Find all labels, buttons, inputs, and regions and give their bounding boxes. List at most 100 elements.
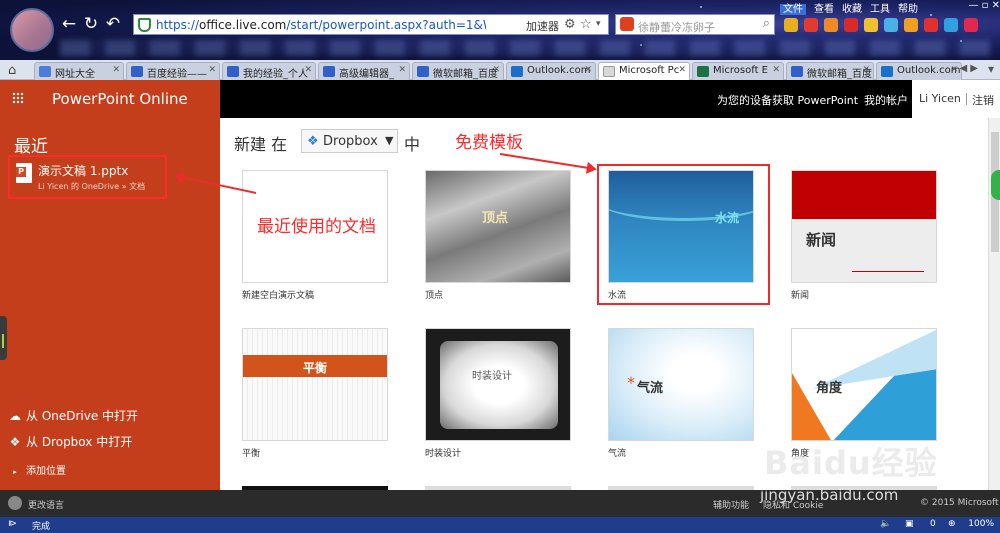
tab-close-icon[interactable]: ✕ (678, 65, 686, 75)
recent-file-name[interactable]: 演示文稿 1.pptx (38, 162, 128, 179)
template-balance[interactable]: 平衡 (242, 328, 388, 441)
template-label[interactable]: 时装设计 (425, 446, 461, 459)
weibo-icon[interactable] (844, 18, 858, 32)
zoom-level[interactable]: 100% (968, 519, 994, 529)
template-label[interactable]: 顶点 (425, 288, 443, 301)
app-title[interactable]: PowerPoint Online (52, 90, 188, 108)
tab-label: Outlook.com (527, 65, 591, 76)
menu-view[interactable]: 查看 (814, 4, 834, 15)
menu-help[interactable]: 帮助 (898, 4, 918, 15)
get-powerpoint-link[interactable]: 为您的设备获取 PowerPoint (717, 92, 858, 108)
tab[interactable]: Outlook.com ✕ (876, 62, 962, 80)
location-dropdown[interactable]: ❖ Dropbox ▼ (301, 129, 398, 153)
add-place-link[interactable]: ▸ 添加位置 (8, 462, 66, 477)
template-fashion-design[interactable]: 时装设计 (425, 328, 571, 441)
tab-label: 高级编辑器_ (339, 69, 394, 80)
tab[interactable]: Outlook.com ✕ (506, 62, 596, 80)
tab[interactable]: 微软邮箱_百度 ✕ (412, 62, 504, 80)
new-tab-icon[interactable]: ▾ (988, 62, 994, 76)
open-dropbox-link[interactable]: ❖ 从 Dropbox 中打开 (8, 433, 133, 450)
extension-icon[interactable] (924, 18, 938, 32)
user-avatar[interactable] (10, 8, 54, 52)
extension-icon[interactable] (804, 18, 818, 32)
template-vertex[interactable]: 顶点 (425, 170, 571, 283)
menu-tools[interactable]: 工具 (870, 4, 890, 15)
tab[interactable]: 微软邮箱_百度 ✕ (786, 62, 874, 80)
search-icon[interactable]: ⌕ (763, 16, 770, 31)
tools-icon[interactable]: ⚙ (564, 17, 576, 32)
open-onedrive-link[interactable]: ☁ 从 OneDrive 中打开 (8, 407, 138, 424)
tab-active[interactable]: Microsoft Pc ✕ (598, 62, 690, 80)
template-label[interactable]: 平衡 (242, 446, 260, 459)
side-widget-tab[interactable] (991, 170, 1000, 200)
accelerator-button[interactable]: 加速器 (526, 18, 559, 34)
template-label[interactable]: 新建空白演示文稿 (242, 288, 314, 301)
tab-favicon (881, 66, 893, 77)
tab-close-icon[interactable]: ✕ (862, 65, 870, 75)
back-icon[interactable]: ← (60, 15, 78, 33)
address-bar[interactable]: https://office.live.com/start/powerpoint… (133, 14, 609, 35)
search-engine-icon[interactable] (620, 17, 634, 31)
tab-close-icon[interactable]: ✕ (950, 65, 958, 75)
tab-label: Microsoft Pc (619, 65, 680, 76)
tab-favicon (697, 66, 709, 77)
sign-out-link[interactable]: 注销 (966, 92, 994, 108)
tab-close-icon[interactable]: ✕ (304, 65, 312, 75)
template-title: 角度 (816, 381, 843, 396)
extension-icon[interactable] (884, 18, 898, 32)
status-icon[interactable]: ⧐ (8, 519, 17, 529)
tab-close-icon[interactable]: ✕ (208, 65, 216, 75)
tab-close-icon[interactable]: ✕ (772, 65, 780, 75)
watermark-logo: Baidu经验 (764, 444, 938, 482)
status-bar: ⧐ 完成 🔈 ▣ 0 ⊕ 100% (0, 517, 1000, 533)
url-text[interactable]: https://office.live.com/start/powerpoint… (156, 18, 486, 32)
speaker-icon[interactable]: 🔈 (880, 519, 891, 529)
window-controls[interactable]: — ▫ ✕ (968, 0, 1000, 12)
tab[interactable]: 百度经验—— ✕ (126, 62, 220, 80)
template-angle[interactable]: 角度 (791, 328, 937, 441)
tab-close-icon[interactable]: ✕ (492, 65, 500, 75)
tab-scroll-icon[interactable]: ◀ ▶ (959, 63, 978, 74)
extension-icon[interactable] (964, 18, 978, 32)
recent-file-item[interactable]: P 演示文稿 1.pptx Li Yicen 的 OneDrive » 文档 (8, 155, 167, 199)
tab[interactable]: Microsoft E ✕ (692, 62, 784, 80)
extension-icon[interactable] (904, 18, 918, 32)
tab[interactable]: 网址大全 ✕ (34, 62, 124, 80)
annotation-free-templates: 免费模板 (455, 133, 523, 153)
zoom-icon[interactable]: ⊕ (948, 519, 956, 529)
template-label[interactable]: 气流 (608, 446, 626, 459)
extension-icon[interactable] (824, 18, 838, 32)
my-account-link[interactable]: 我的帐户 (864, 92, 908, 108)
search-box[interactable]: 徐静蕾冷冻卵子 ⌕ (615, 14, 775, 35)
template-airflow[interactable]: * 气流 (608, 328, 754, 441)
dropdown-icon[interactable]: ▾ (596, 19, 601, 29)
globe-icon[interactable] (8, 496, 22, 510)
tab[interactable]: 我的经验_个人 ✕ (222, 62, 316, 80)
menu-favorites[interactable]: 收藏 (842, 4, 862, 15)
user-name[interactable]: Li Yicen (919, 92, 961, 105)
undo-icon[interactable]: ↶ (104, 15, 122, 33)
extension-icon[interactable] (784, 18, 798, 32)
refresh-icon[interactable]: ↻ (82, 15, 100, 33)
template-news[interactable]: 新闻 (791, 170, 937, 283)
home-icon[interactable]: ⌂ (8, 63, 16, 78)
menu-file[interactable]: 文件 (780, 4, 806, 15)
template-label[interactable]: 新闻 (791, 288, 809, 301)
annotation-recent-docs: 最近使用的文档 (257, 217, 376, 237)
side-handle[interactable] (0, 316, 7, 360)
tab-label: 百度经验—— (147, 69, 207, 80)
tab-close-icon[interactable]: ✕ (112, 65, 120, 75)
search-input[interactable]: 徐静蕾冷冻卵子 (638, 19, 715, 35)
extension-icon[interactable] (944, 18, 958, 32)
tab-close-icon[interactable]: ✕ (398, 65, 406, 75)
browser-toolbar: ← ↻ ↶ https://office.live.com/start/powe… (0, 0, 1000, 60)
tab-favicon (323, 66, 335, 77)
favorite-star-icon[interactable]: ☆ (580, 17, 592, 32)
app-launcher-icon[interactable] (12, 92, 24, 104)
tab[interactable]: 高级编辑器_ ✕ (318, 62, 410, 80)
key-icon[interactable] (864, 18, 878, 32)
change-language-link[interactable]: 更改语言 (28, 498, 64, 511)
screenshot-icon[interactable]: ▣ (905, 519, 914, 529)
download-count[interactable]: 0 (930, 519, 936, 529)
tab-close-icon[interactable]: ✕ (584, 65, 592, 75)
